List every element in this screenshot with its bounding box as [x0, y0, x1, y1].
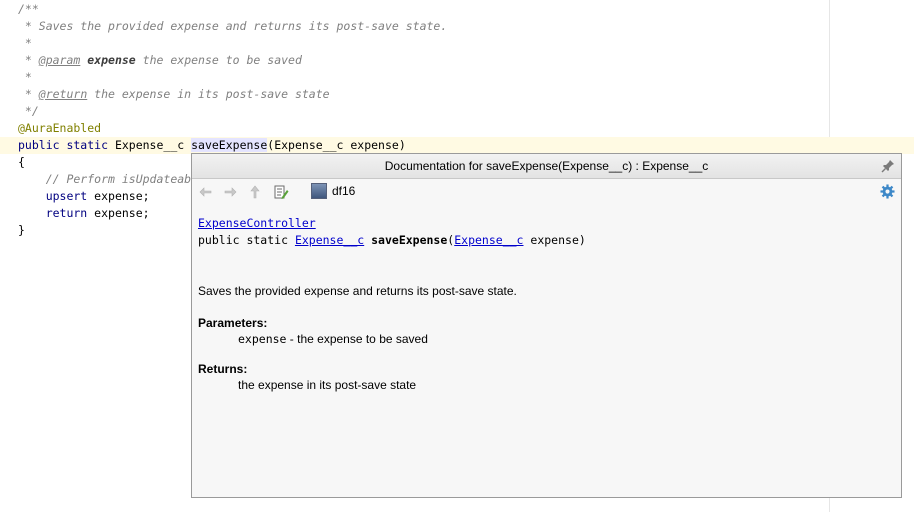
- code-line[interactable]: @AuraEnabled: [18, 120, 101, 137]
- code-line[interactable]: {: [18, 154, 25, 171]
- method-description: Saves the provided expense and returns i…: [198, 284, 517, 298]
- code-line[interactable]: public static Expense__c saveExpense(Exp…: [18, 137, 406, 154]
- gear-icon[interactable]: [880, 184, 895, 199]
- code-line[interactable]: */: [18, 103, 39, 120]
- parameter-description: - the expense to be saved: [286, 332, 428, 346]
- parameters-heading: Parameters:: [198, 316, 268, 330]
- arrow-right-icon[interactable]: [222, 184, 238, 200]
- code-line[interactable]: upsert expense;: [18, 188, 150, 205]
- comment-text: *: [18, 87, 39, 101]
- keyword: upsert: [18, 189, 88, 203]
- module-icon: [311, 183, 327, 199]
- method-name-highlight[interactable]: saveExpense: [191, 138, 268, 152]
- code-line[interactable]: // Perform isUpdateab: [18, 171, 191, 188]
- code-line[interactable]: }: [18, 222, 25, 239]
- module-label: df16: [332, 184, 356, 198]
- comment-text: the expense to be saved: [135, 53, 302, 67]
- signature-modifiers: public static: [198, 233, 295, 247]
- signature-param-name: expense): [523, 233, 586, 247]
- comment-text: the expense in its post-save state: [87, 87, 330, 101]
- code-line[interactable]: /**: [18, 1, 39, 18]
- doc-tag: @param: [38, 53, 81, 67]
- parameter-name: expense: [238, 332, 287, 346]
- code-text: expense;: [87, 206, 150, 220]
- returns-heading: Returns:: [198, 362, 248, 376]
- arrow-left-icon[interactable]: [198, 184, 214, 200]
- param-type-link[interactable]: Expense__c: [454, 233, 523, 247]
- code-line[interactable]: * @return the expense in its post-save s…: [18, 86, 330, 103]
- code-line[interactable]: *: [18, 35, 32, 52]
- comment-text: *: [18, 53, 39, 67]
- edit-source-icon[interactable]: [273, 184, 289, 200]
- popup-toolbar: df16: [192, 179, 901, 205]
- signature-method-name: saveExpense: [371, 233, 448, 247]
- returns-description: the expense in its post-save state: [238, 378, 417, 392]
- method-params: (Expense__c expense): [267, 138, 406, 152]
- pin-icon[interactable]: [881, 159, 895, 173]
- type-name: Expense__c: [108, 138, 192, 152]
- arrow-up-icon[interactable]: [247, 184, 263, 200]
- documentation-popup[interactable]: Documentation for saveExpense(Expense__c…: [191, 153, 902, 498]
- code-line[interactable]: * @param expense the expense to be saved: [18, 52, 302, 69]
- class-link[interactable]: ExpenseController: [198, 216, 316, 230]
- popup-header[interactable]: Documentation for saveExpense(Expense__c…: [192, 154, 901, 179]
- method-signature: public static Expense__c saveExpense(Exp…: [198, 233, 586, 247]
- doc-tag: @return: [38, 87, 88, 101]
- code-line[interactable]: return expense;: [18, 205, 150, 222]
- return-type-link[interactable]: Expense__c: [295, 233, 364, 247]
- popup-title: Documentation for saveExpense(Expense__c…: [384, 159, 709, 173]
- code-line[interactable]: * Saves the provided expense and returns…: [18, 18, 447, 35]
- parameter-item: expense - the expense to be saved: [238, 332, 428, 346]
- keyword: public static: [18, 138, 109, 152]
- keyword: return: [18, 206, 88, 220]
- code-text: expense;: [87, 189, 150, 203]
- code-line[interactable]: *: [18, 69, 32, 86]
- doc-param-name: expense: [87, 53, 136, 67]
